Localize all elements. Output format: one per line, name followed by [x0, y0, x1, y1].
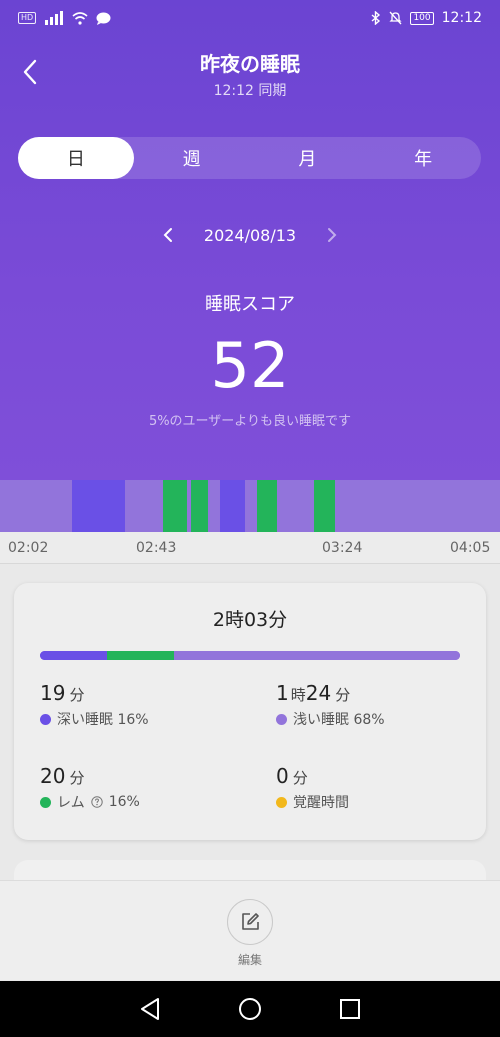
timeline-axis: 02:02 02:43 03:24 04:05: [0, 532, 500, 564]
edit-button[interactable]: [227, 899, 273, 945]
page-title: 昨夜の睡眠: [200, 52, 300, 76]
timeline-segment-deep: [220, 480, 245, 532]
rem-sleep-percent: 16%: [108, 794, 140, 810]
rem-sleep-label: レム: [57, 795, 85, 811]
sleep-distribution-bar: [40, 651, 460, 660]
clock: 12:12: [441, 10, 482, 26]
total-sleep-duration: 2時03分: [212, 609, 288, 631]
system-nav-bar: [0, 981, 500, 1037]
deep-sleep-dot: [40, 713, 51, 725]
awake-value: 0: [276, 764, 289, 788]
triangle-back-icon: [141, 998, 159, 1020]
distribution-light: [174, 651, 460, 660]
timeline-tick: 02:43: [136, 540, 177, 556]
timeline-segment-rem: [257, 480, 277, 532]
nav-home-button[interactable]: [230, 989, 270, 1029]
edit-icon: [242, 913, 259, 930]
light-sleep-minutes-unit: 分: [335, 686, 351, 704]
awake-label: 覚醒時間: [293, 795, 349, 811]
timeline-segment-deep: [72, 480, 125, 532]
timeline-segment-rem: [314, 480, 335, 532]
timeline-segment-light: [125, 480, 163, 532]
sleep-score-label: 睡眠スコア: [205, 294, 295, 315]
distribution-rem: [107, 651, 175, 660]
circle-home-icon: [239, 998, 261, 1020]
stat-deep-sleep: 19 分 深い睡眠 16%: [40, 681, 149, 729]
awake-dot: [276, 796, 287, 808]
prev-date-button[interactable]: [158, 223, 178, 247]
light-sleep-minutes: 24: [305, 681, 332, 705]
tab-day[interactable]: 日: [18, 137, 134, 179]
timeline-tick: 02:02: [8, 540, 49, 556]
current-date: 2024/08/13: [203, 225, 297, 245]
light-sleep-label: 浅い睡眠 68%: [293, 712, 385, 728]
light-sleep-dot: [276, 713, 287, 725]
timeline-segment-light: [245, 480, 257, 532]
tab-week[interactable]: 週: [134, 137, 250, 179]
hd-icon: HD: [18, 12, 37, 24]
tab-month[interactable]: 月: [250, 137, 366, 179]
message-icon: [96, 12, 111, 25]
timeline-tick: 03:24: [322, 540, 363, 556]
wifi-icon: [72, 11, 88, 25]
rem-sleep-dot: [40, 796, 51, 808]
header-panel: HD 100 12:12 昨夜の睡眠 12:12 同期 日 週 月 年 2024…: [0, 0, 500, 480]
light-sleep-hours-unit: 時: [290, 686, 306, 704]
status-bar: HD 100 12:12: [0, 0, 500, 36]
sleep-score-description: 5%のユーザーよりも良い睡眠です: [148, 414, 352, 429]
deep-sleep-unit: 分: [69, 686, 85, 704]
timeline-segment-light: [335, 480, 500, 532]
distribution-deep: [40, 651, 108, 660]
sleep-summary-card[interactable]: 2時03分 19 分 深い睡眠 16% 1 時24 分 浅い睡眠 68% 20 分 レム…: [14, 583, 486, 840]
timeline-segment-light: [0, 480, 72, 532]
stat-light-sleep: 1 時24 分 浅い睡眠 68%: [276, 681, 385, 729]
bluetooth-icon: [371, 11, 381, 25]
sleep-stage-timeline: [0, 480, 500, 532]
date-navigator: 2024/08/13: [0, 222, 500, 248]
chevron-left-icon: [163, 228, 172, 242]
awake-unit: 分: [292, 769, 308, 787]
rem-sleep-value: 20: [40, 764, 66, 788]
rem-sleep-unit: 分: [69, 769, 85, 787]
timeline-segment-rem: [163, 480, 187, 532]
deep-sleep-value: 19: [40, 681, 66, 705]
timeline-segment-light: [208, 480, 220, 532]
next-date-button[interactable]: [322, 223, 342, 247]
sync-status: 12:12 同期: [213, 83, 287, 99]
light-sleep-hours: 1: [276, 681, 289, 705]
chevron-right-icon: [328, 228, 337, 242]
nav-back-button[interactable]: [130, 989, 170, 1029]
period-tabs: 日 週 月 年: [18, 137, 481, 179]
signal-icon: [45, 11, 64, 25]
stat-rem-sleep: 20 分 レム 16%: [40, 764, 140, 812]
battery-icon: 100: [410, 11, 434, 25]
bottom-action-panel: 編集: [0, 880, 500, 980]
help-icon[interactable]: [91, 796, 103, 808]
square-recents-icon: [340, 999, 360, 1019]
mute-bell-icon: [389, 11, 403, 25]
deep-sleep-label: 深い睡眠 16%: [57, 712, 149, 728]
timeline-segment-rem: [191, 480, 208, 532]
timeline-tick: 04:05: [450, 540, 491, 556]
stat-awake: 0分 覚醒時間: [276, 764, 349, 812]
sleep-score-value: 52: [210, 329, 290, 402]
nav-recents-button[interactable]: [330, 989, 370, 1029]
edit-label: 編集: [237, 953, 262, 967]
tab-year[interactable]: 年: [365, 137, 481, 179]
timeline-segment-light: [277, 480, 314, 532]
